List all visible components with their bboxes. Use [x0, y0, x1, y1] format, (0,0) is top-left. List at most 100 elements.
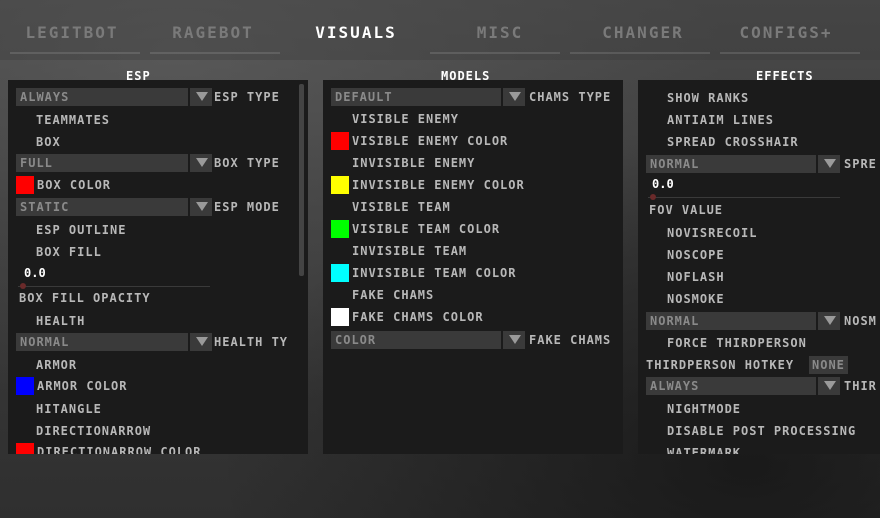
esp-type-label: ESP TYPE: [214, 90, 280, 104]
health-toggle[interactable]: HEALTH: [36, 311, 85, 331]
nosmoke-value: NORMAL: [650, 314, 700, 328]
tab-configs[interactable]: CONFIGS+: [726, 18, 846, 48]
fake-chams-color-swatch[interactable]: [331, 308, 349, 326]
spread-value: NORMAL: [650, 157, 700, 171]
chevron-down-icon: [824, 316, 836, 325]
fake-chams-toggle[interactable]: FAKE CHAMS: [352, 285, 434, 305]
chevron-down-icon: [824, 159, 836, 168]
invisible-enemy-toggle[interactable]: INVISIBLE ENEMY: [352, 153, 475, 173]
nosmoke-combo[interactable]: NORMAL: [646, 312, 840, 330]
visible-enemy-toggle[interactable]: VISIBLE ENEMY: [352, 109, 459, 129]
thirdperson-combo[interactable]: ALWAYS: [646, 377, 840, 395]
combo-separator: [816, 312, 818, 330]
tab-divider: [570, 52, 710, 54]
antiaim-lines-toggle[interactable]: ANTIAIM LINES: [667, 110, 774, 130]
tab-ragebot[interactable]: RAGEBOT: [158, 18, 268, 48]
spread-combo[interactable]: NORMAL: [646, 155, 840, 173]
box-type-value: FULL: [20, 156, 53, 170]
directionarrow-color-label: DIRECTIONARROW COLOR: [37, 445, 202, 454]
health-type-combo[interactable]: NORMAL: [16, 333, 212, 351]
spread-crosshair-toggle[interactable]: SPREAD CROSSHAIR: [667, 132, 799, 152]
visible-enemy-color-swatch[interactable]: [331, 132, 349, 150]
esp-panel: ALWAYS ESP TYPE TEAMMATES BOX FULL BOX T…: [8, 80, 308, 454]
box-fill-toggle[interactable]: BOX FILL: [36, 242, 102, 262]
armor-color-label: ARMOR COLOR: [37, 379, 128, 393]
combo-separator: [501, 88, 503, 106]
health-type-label: HEALTH TY: [214, 335, 289, 349]
invisible-team-toggle[interactable]: INVISIBLE TEAM: [352, 241, 467, 261]
box-type-label: BOX TYPE: [214, 156, 280, 170]
novisrecoil-toggle[interactable]: NOVISRECOIL: [667, 223, 757, 243]
combo-separator: [188, 154, 190, 172]
box-color-swatch[interactable]: [16, 176, 34, 194]
chams-type-value: DEFAULT: [335, 90, 393, 104]
esp-type-combo[interactable]: ALWAYS: [16, 88, 212, 106]
esp-mode-combo[interactable]: STATIC: [16, 198, 212, 216]
invisible-team-color-label: INVISIBLE TEAM COLOR: [352, 266, 517, 280]
combo-separator: [816, 155, 818, 173]
nightmode-toggle[interactable]: NIGHTMODE: [667, 399, 741, 419]
tab-divider: [10, 52, 140, 54]
noscope-toggle[interactable]: NOSCOPE: [667, 245, 725, 265]
chevron-down-icon: [196, 92, 208, 101]
spread-label: SPRE: [844, 157, 877, 171]
force-thirdperson-toggle[interactable]: FORCE THIRDPERSON: [667, 333, 807, 353]
esp-type-value: ALWAYS: [20, 90, 70, 104]
chevron-down-icon: [509, 335, 521, 344]
tab-changer[interactable]: CHANGER: [588, 18, 698, 48]
invisible-team-color-swatch[interactable]: [331, 264, 349, 282]
esp-scrollbar[interactable]: [299, 84, 304, 276]
tab-visuals[interactable]: VISUALS: [300, 18, 412, 48]
nosmoke-label: NOSM: [844, 314, 877, 328]
noflash-toggle[interactable]: NOFLASH: [667, 267, 725, 287]
fov-value-label: FOV VALUE: [649, 203, 724, 217]
thirdperson-value: ALWAYS: [650, 379, 700, 393]
directionarrow-color-swatch[interactable]: [16, 443, 34, 454]
fov-slider[interactable]: [648, 197, 840, 198]
visible-team-color-label: VISIBLE TEAM COLOR: [352, 222, 501, 236]
watermark-toggle[interactable]: WATERMARK: [667, 443, 741, 454]
invisible-enemy-color-swatch[interactable]: [331, 176, 349, 194]
health-type-value: NORMAL: [20, 335, 70, 349]
teammates-toggle[interactable]: TEAMMATES: [36, 110, 110, 130]
directionarrow-toggle[interactable]: DIRECTIONARROW: [36, 421, 151, 441]
chevron-down-icon: [196, 337, 208, 346]
armor-color-swatch[interactable]: [16, 377, 34, 395]
chevron-down-icon: [509, 92, 521, 101]
chams-type-label: CHAMS TYPE: [529, 90, 612, 104]
combo-separator: [188, 198, 190, 216]
nosmoke-toggle[interactable]: NOSMOKE: [667, 289, 725, 309]
thirdperson-label: THIR: [844, 379, 877, 393]
hitangle-toggle[interactable]: HITANGLE: [36, 399, 102, 419]
armor-toggle[interactable]: ARMOR: [36, 355, 77, 375]
invisible-enemy-color-label: INVISIBLE ENEMY COLOR: [352, 178, 525, 192]
box-fill-slider[interactable]: [18, 286, 210, 287]
tab-divider: [150, 52, 280, 54]
fake-chams-color-label: FAKE CHAMS COLOR: [352, 310, 484, 324]
thirdperson-hotkey-button[interactable]: NONE: [809, 356, 848, 374]
effects-panel: SHOW RANKS ANTIAIM LINES SPREAD CROSSHAI…: [638, 80, 880, 454]
tab-legitbot[interactable]: LEGITBOT: [14, 18, 130, 48]
chams-type-combo[interactable]: DEFAULT: [331, 88, 525, 106]
fake-chams-combo[interactable]: COLOR: [331, 331, 525, 349]
tab-divider: [430, 52, 560, 54]
box-toggle[interactable]: BOX: [36, 132, 61, 152]
chevron-down-icon: [196, 202, 208, 211]
visible-team-color-swatch[interactable]: [331, 220, 349, 238]
box-type-combo[interactable]: FULL: [16, 154, 212, 172]
combo-separator: [501, 331, 503, 349]
tab-bar: LEGITBOT RAGEBOT VISUALS MISC CHANGER CO…: [0, 0, 880, 60]
visible-team-toggle[interactable]: VISIBLE TEAM: [352, 197, 451, 217]
combo-separator: [188, 333, 190, 351]
disable-post-processing-toggle[interactable]: DISABLE POST PROCESSING: [667, 421, 856, 441]
thirdperson-hotkey-label: THIRDPERSON HOTKEY: [646, 358, 795, 372]
esp-outline-toggle[interactable]: ESP OUTLINE: [36, 220, 126, 240]
fov-value: 0.0: [652, 177, 674, 191]
fake-chams-type-label: FAKE CHAMS: [529, 333, 612, 347]
visible-enemy-color-label: VISIBLE ENEMY COLOR: [352, 134, 509, 148]
chevron-down-icon: [196, 158, 208, 167]
fake-chams-value: COLOR: [335, 333, 377, 347]
tab-misc[interactable]: MISC: [456, 18, 544, 48]
show-ranks-toggle[interactable]: SHOW RANKS: [667, 88, 749, 108]
esp-mode-label: ESP MODE: [214, 200, 280, 214]
